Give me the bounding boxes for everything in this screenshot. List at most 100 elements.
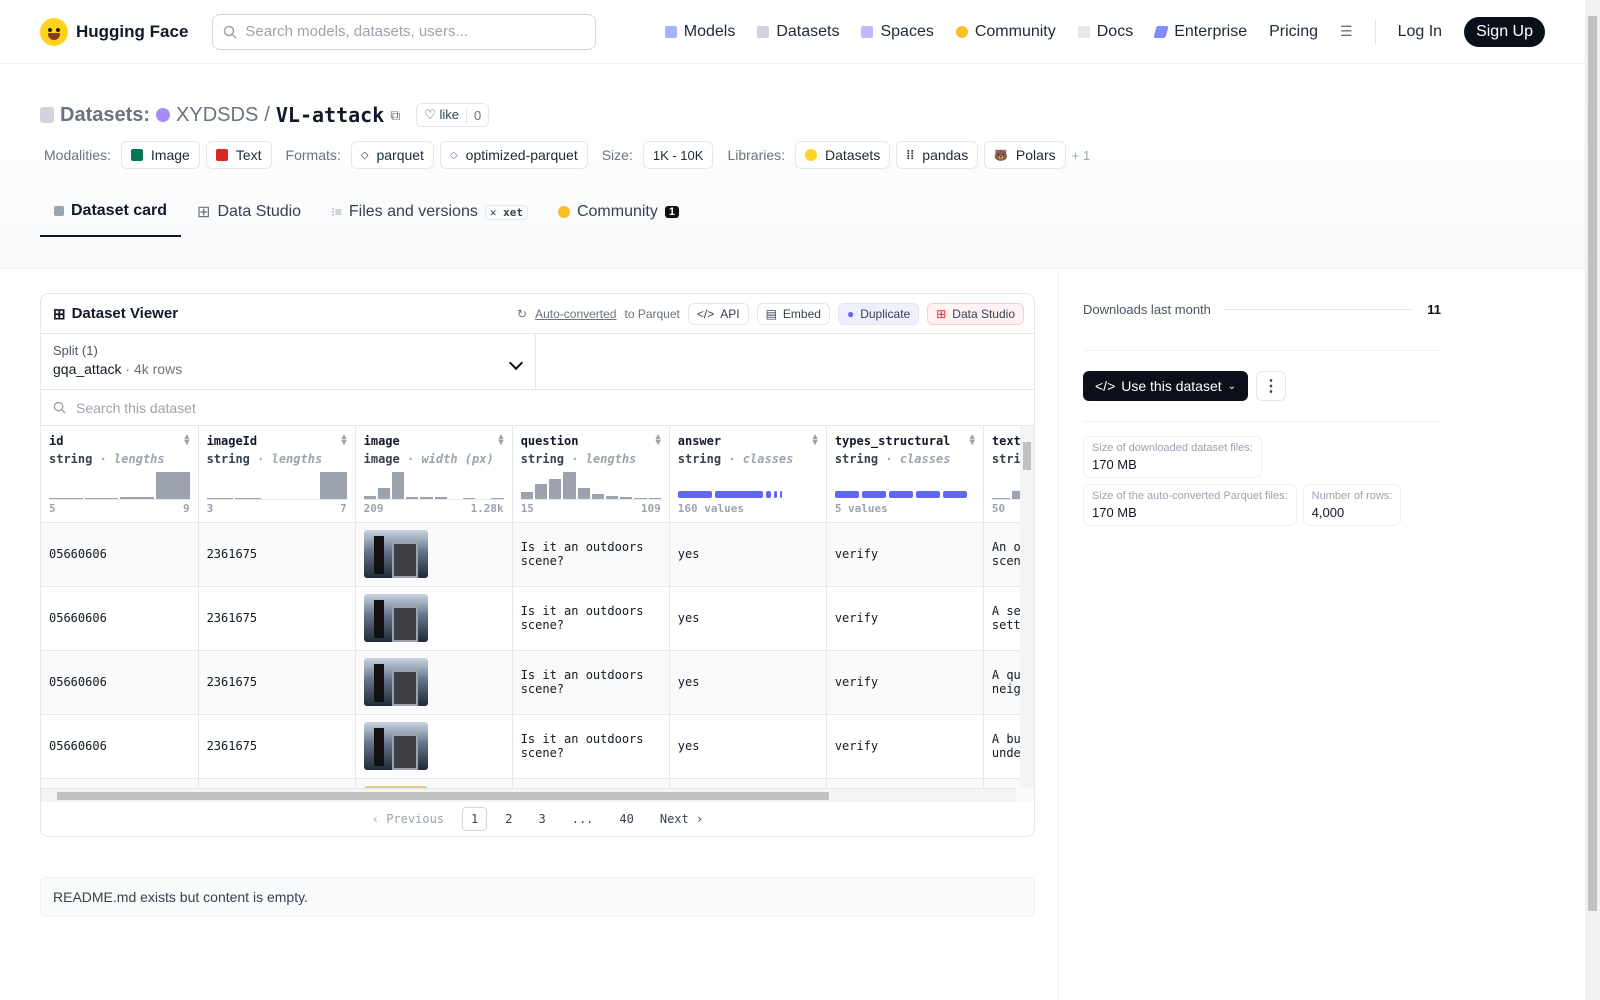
- image-thumbnail[interactable]: [363, 722, 428, 770]
- nav-spaces-label: Spaces: [880, 22, 934, 40]
- table-cell[interactable]: verify: [826, 586, 984, 651]
- signup-button[interactable]: Sign Up: [1464, 16, 1545, 47]
- table-cell[interactable]: Is it an outdoors scene?: [512, 586, 670, 651]
- repo-name[interactable]: VL-attack: [276, 103, 384, 127]
- table-cell[interactable]: verify: [826, 650, 984, 715]
- column-header[interactable]: imageId ▲ ▼ string · lengths 3 7: [198, 426, 356, 523]
- tag-datasets[interactable]: Datasets: [795, 141, 891, 169]
- table-cell[interactable]: 05660606: [41, 522, 199, 587]
- table-cell[interactable]: yes: [669, 714, 827, 779]
- nav-docs[interactable]: Docs: [1077, 23, 1133, 41]
- column-header[interactable]: question ▲ ▼ string · lengths 15 109: [512, 426, 670, 523]
- repo-category[interactable]: Datasets:: [60, 104, 150, 127]
- image-thumbnail[interactable]: [363, 594, 428, 642]
- nav-models[interactable]: Models: [664, 23, 735, 41]
- table-cell[interactable]: 2361675: [198, 522, 356, 587]
- tag-polars[interactable]: 🐻 Polars: [984, 141, 1066, 169]
- column-header[interactable]: answer ▲ ▼ string · classes 160 values: [669, 426, 827, 523]
- table-cell[interactable]: [355, 714, 513, 779]
- table-row[interactable]: 05660606 2361675 Is it an outdoors scene? y…: [41, 522, 1034, 587]
- nav-enterprise[interactable]: Enterprise: [1153, 23, 1247, 41]
- sort-icon[interactable]: ▲ ▼: [498, 433, 503, 448]
- sort-icon[interactable]: ▲ ▼: [341, 433, 346, 448]
- tag-optimized-parquet[interactable]: ◇ optimized-parquet: [439, 141, 588, 169]
- datasets-lib-icon: [805, 149, 818, 161]
- column-header[interactable]: types_structural ▲ ▼ string · classes 5 valu…: [826, 426, 984, 523]
- table-cell[interactable]: 05660606: [41, 714, 199, 779]
- tag-image[interactable]: Image: [120, 141, 200, 169]
- horizontal-scrollbar[interactable]: [41, 788, 1016, 802]
- table-cell[interactable]: 05660606: [41, 586, 199, 651]
- page-2[interactable]: 2: [497, 808, 520, 830]
- embed-icon: ▤: [765, 306, 777, 321]
- tag-pandas-label: pandas: [922, 147, 969, 163]
- tag-text[interactable]: Text: [205, 141, 272, 169]
- copy-icon[interactable]: ⧉: [390, 107, 400, 124]
- column-class-bar: [677, 472, 818, 500]
- table-row[interactable]: 05660606 2361675 Is it an outdoors scene? y…: [41, 586, 1034, 651]
- duplicate-button[interactable]: ● Duplicate: [837, 302, 920, 325]
- next-page-button[interactable]: Next ›: [652, 808, 711, 830]
- repo-owner[interactable]: XYDSDS: [176, 104, 258, 127]
- prev-page-button[interactable]: ‹ Previous: [364, 808, 452, 830]
- column-stat: lengths: [114, 452, 165, 466]
- dataset-search-input[interactable]: Search this dataset: [41, 390, 1034, 426]
- column-header[interactable]: id ▲ ▼ string · lengths 5 9: [41, 426, 199, 523]
- nav-community[interactable]: Community: [955, 23, 1056, 41]
- like-button[interactable]: ♡ like 0: [416, 103, 490, 127]
- vertical-scrollbar[interactable]: [1020, 426, 1034, 788]
- brand-logo[interactable]: Hugging Face: [40, 17, 188, 46]
- page-1[interactable]: 1: [462, 807, 488, 831]
- sort-icon[interactable]: ▲ ▼: [184, 433, 189, 448]
- nav-pricing[interactable]: Pricing: [1269, 23, 1318, 41]
- tag-parquet[interactable]: ◇ parquet: [350, 141, 434, 169]
- table-cell[interactable]: 2361675: [198, 586, 356, 651]
- more-tags[interactable]: + 1: [1072, 148, 1090, 163]
- nav-datasets[interactable]: Datasets: [757, 23, 839, 41]
- table-cell[interactable]: 2361675: [198, 714, 356, 779]
- table-cell[interactable]: Is it an outdoors scene?: [512, 714, 670, 779]
- table-row[interactable]: 05660606 2361675 Is it an outdoors scene? y…: [41, 650, 1034, 715]
- table-row[interactable]: 05660606 2361675 Is it an outdoors scene? y…: [41, 714, 1034, 779]
- embed-button[interactable]: ▤ Embed: [756, 302, 830, 325]
- sort-icon[interactable]: ▲ ▼: [812, 433, 817, 448]
- image-thumbnail[interactable]: [363, 658, 428, 706]
- table-cell[interactable]: verify: [826, 714, 984, 779]
- table-cell[interactable]: verify: [826, 522, 984, 587]
- more-options-button[interactable]: ⋮: [1256, 371, 1287, 401]
- table-cell[interactable]: Is it an outdoors scene?: [512, 522, 670, 587]
- card-icon: [54, 206, 64, 216]
- tab-files[interactable]: ⁝≡ Files and versions ✕ xet: [317, 187, 542, 237]
- page-scrollbar[interactable]: [1585, 0, 1600, 1000]
- data-studio-button[interactable]: ⊞ Data Studio: [927, 302, 1024, 325]
- tag-pandas[interactable]: ⁞⁞ pandas: [896, 141, 979, 169]
- table-cell[interactable]: Is it an outdoors scene?: [512, 650, 670, 715]
- login-button[interactable]: Log In: [1398, 23, 1442, 41]
- table-cell[interactable]: yes: [669, 522, 827, 587]
- table-cell[interactable]: [355, 650, 513, 715]
- tab-data-studio[interactable]: ⊞ Data Studio: [183, 187, 315, 237]
- tab-dataset-card[interactable]: Dataset card: [40, 187, 182, 237]
- table-cell[interactable]: yes: [669, 586, 827, 651]
- table-cell[interactable]: [355, 522, 513, 587]
- auto-converted-link[interactable]: Auto-converted: [535, 307, 616, 321]
- table-cell[interactable]: 2361675: [198, 650, 356, 715]
- nav-spaces[interactable]: Spaces: [861, 22, 934, 41]
- table-cell[interactable]: [355, 586, 513, 651]
- column-header[interactable]: image ▲ ▼ image · width (px) 209 1.28k: [355, 426, 513, 523]
- table-cell[interactable]: 05660606: [41, 650, 199, 715]
- tag-size[interactable]: 1K - 10K: [642, 141, 714, 169]
- page-40[interactable]: 40: [611, 808, 641, 830]
- image-thumbnail[interactable]: [363, 530, 428, 578]
- tab-community[interactable]: Community 1: [544, 187, 693, 237]
- split-selector[interactable]: Split (1) gqa_attack · 4k rows: [41, 334, 536, 389]
- page-3[interactable]: 3: [530, 808, 553, 830]
- column-name: text: [991, 434, 1021, 448]
- sort-icon[interactable]: ▲ ▼: [655, 433, 660, 448]
- use-dataset-button[interactable]: </> Use this dataset ⌄: [1083, 371, 1249, 401]
- global-search-input[interactable]: Search models, datasets, users...: [212, 13, 597, 50]
- api-button[interactable]: </> API: [687, 302, 749, 325]
- sort-icon[interactable]: ▲ ▼: [969, 433, 974, 448]
- table-cell[interactable]: yes: [669, 650, 827, 715]
- more-menu-icon[interactable]: ☰: [1340, 23, 1353, 40]
